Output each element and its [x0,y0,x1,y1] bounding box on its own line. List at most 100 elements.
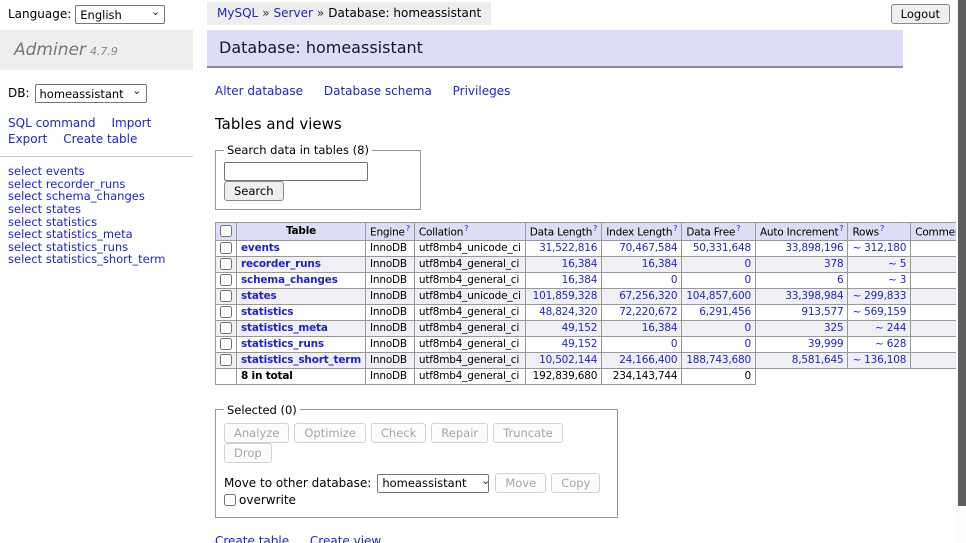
language-select[interactable]: English [75,5,165,24]
scrollbar-thumb[interactable] [958,0,966,506]
data-length-cell: 16,384 [525,272,601,288]
index-length-cell: 70,467,584 [602,240,682,256]
select-link[interactable]: select [8,252,42,266]
help-icon[interactable]: ? [880,224,884,233]
table-name-link[interactable]: statistics_short_term [241,354,361,366]
privileges-link[interactable]: Privileges [453,84,511,98]
table-name-link[interactable]: events [241,242,280,254]
import-link[interactable]: Import [111,116,151,130]
search-button[interactable]: Search [224,181,284,201]
data-length-cell: 31,522,816 [525,240,601,256]
engine-cell: InnoDB [366,320,415,336]
help-icon[interactable]: ? [464,224,468,233]
table-total-row: 8 in total InnoDB utf8mb4_general_ci 192… [216,368,966,384]
db-selector-row: DB:homeassistant [0,84,193,103]
select-all-cell [216,223,237,241]
breadcrumb-separator: » [262,6,269,20]
row-checkbox[interactable] [220,274,232,286]
brand-version: 4.7.9 [90,45,118,58]
breadcrumb-mysql-link[interactable]: MySQL [217,6,258,20]
data-free-cell: 0 [682,272,756,288]
help-icon[interactable]: ? [736,224,740,233]
overwrite-label: overwrite [239,493,296,507]
row-checkbox[interactable] [220,290,232,302]
data-free-cell: 0 [682,320,756,336]
index-length-cell: 0 [602,272,682,288]
table-row: statistics InnoDB utf8mb4_general_ci 48,… [216,304,966,320]
help-icon[interactable]: ? [593,224,597,233]
table-name-link[interactable]: recorder_runs [241,258,321,270]
index-length-cell: 72,220,672 [602,304,682,320]
engine-cell: InnoDB [366,256,415,272]
table-name-cell: statistics_runs [237,336,366,352]
select-all-checkbox[interactable] [220,225,232,237]
collation-cell: utf8mb4_general_ci [414,272,525,288]
move-label: Move to other database: [224,476,371,490]
collation-cell: utf8mb4_general_ci [414,304,525,320]
table-row: statistics_meta InnoDB utf8mb4_general_c… [216,320,966,336]
database-nav: Alter database Database schema Privilege… [215,84,903,98]
help-icon[interactable]: ? [839,224,843,233]
overwrite-checkbox[interactable] [224,494,236,506]
data-free-cell: 0 [682,336,756,352]
table-row: statistics_short_term InnoDB utf8mb4_gen… [216,352,966,368]
move-db-select-wrap: homeassistant [377,474,495,493]
table-row: events InnoDB utf8mb4_unicode_ci 31,522,… [216,240,966,256]
database-schema-link[interactable]: Database schema [324,84,432,98]
collation-cell: utf8mb4_general_ci [414,320,525,336]
row-checkbox[interactable] [220,306,232,318]
table-name-link[interactable]: statistics [241,306,293,318]
rows-cell: ~ 312,180 [848,240,911,256]
adminer-app: Language:English MySQL»Server»Database: … [0,0,966,543]
selected-legend: Selected (0) [224,403,300,417]
table-row: statistics_runs InnoDB utf8mb4_general_c… [216,336,966,352]
engine-cell: InnoDB [366,336,415,352]
col-header-table: Table [237,223,366,241]
table-name-link[interactable]: schema_changes [241,274,338,286]
auto-increment-cell: 6 [755,272,848,288]
auto-increment-cell: 378 [755,256,848,272]
logout-button[interactable]: Logout [891,4,950,24]
collation-cell: utf8mb4_general_ci [414,352,525,368]
row-checkbox[interactable] [220,258,232,270]
move-db-select[interactable]: homeassistant [377,474,489,493]
check-button: Check [371,423,426,443]
rows-cell: ~ 3 [848,272,911,288]
table-name-link[interactable]: statistics_runs [241,338,324,350]
breadcrumb-server-link[interactable]: Server [274,6,313,20]
data-free-cell: 50,331,648 [682,240,756,256]
row-checkbox[interactable] [220,338,232,350]
language-selector-row: Language:English [8,5,165,24]
table-link[interactable]: statistics_short_term [46,252,166,266]
sidebar-item-statistics-short-term: select statistics_short_term [8,253,185,266]
table-create-links: Create table Create view [215,534,903,543]
auto-increment-cell: 39,999 [755,336,848,352]
rows-cell: ~ 244 [848,320,911,336]
db-select[interactable]: homeassistant [35,84,147,103]
create-table-link[interactable]: Create table [215,534,289,543]
create-table-link-sidebar[interactable]: Create table [63,132,137,146]
table-name-link[interactable]: states [241,290,277,302]
brand-name: Adminer [14,40,86,60]
export-link[interactable]: Export [8,132,47,146]
selected-fieldset: Selected (0) AnalyzeOptimizeCheckRepairT… [215,403,618,518]
truncate-button: Truncate [493,423,563,443]
optimize-button: Optimize [294,423,366,443]
row-checkbox[interactable] [220,322,232,334]
index-length-cell: 0 [602,336,682,352]
search-input[interactable] [224,162,368,181]
row-checkbox[interactable] [220,354,232,366]
sql-command-link[interactable]: SQL command [8,116,95,130]
table-name-link[interactable]: statistics_meta [241,322,328,334]
alter-database-link[interactable]: Alter database [215,84,303,98]
create-view-link[interactable]: Create view [310,534,381,543]
help-icon[interactable]: ? [673,224,677,233]
breadcrumb: MySQL»Server»Database: homeassistant [207,2,491,25]
row-checkbox[interactable] [220,242,232,254]
col-header-rows: Rows? [848,223,911,241]
sidebar-actions: SQL command Import Export Create table [0,116,193,147]
help-icon[interactable]: ? [406,224,410,233]
table-name-cell: statistics_short_term [237,352,366,368]
table-header-row: Table Engine? Collation? Data Length? In… [216,223,966,241]
data-length-cell: 48,824,320 [525,304,601,320]
